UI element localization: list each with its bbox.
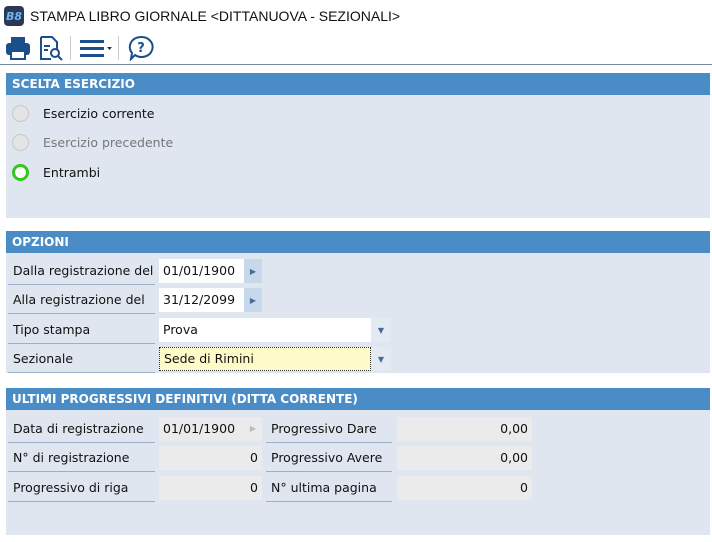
radio-label: Esercizio corrente [43,106,155,121]
sezionale-select[interactable]: Sede di Rimini [159,347,371,371]
data-registrazione-field: 01/01/1900 ▶ [159,417,262,441]
progressivo-avere-label: Progressivo Avere [266,446,392,472]
dalla-label: Dalla registrazione del [8,259,155,285]
window-title: STAMPA LIBRO GIORNALE <DITTANUOVA - SEZI… [30,8,401,24]
progressivo-riga-label: Progressivo di riga [8,476,155,502]
toolbar: ? [0,32,712,65]
section-header: OPZIONI [6,231,710,253]
tipo-stampa-select[interactable]: Prova [159,318,371,342]
sezionale-label: Sezionale [8,347,155,373]
chevron-down-icon[interactable]: ▼ [371,318,391,342]
radio-label: Entrambi [43,165,101,180]
section-header: ULTIMI PROGRESSIVI DEFINITIVI (DITTA COR… [6,388,710,410]
section-header: SCELTA ESERCIZIO [6,73,710,95]
radio-circle [12,134,29,151]
progressivo-avere-field: 0,00 [397,446,532,470]
print-preview-icon[interactable] [36,34,66,62]
alla-date-input[interactable]: 31/12/2099 [159,288,244,312]
svg-text:?: ? [137,41,145,56]
arrow-icon: ▶ [249,424,256,433]
progressivo-dare-label: Progressivo Dare [266,417,392,443]
menu-icon[interactable] [78,34,114,62]
radio-esercizio-precedente: Esercizio precedente [12,134,173,151]
radio-circle[interactable] [12,164,29,181]
data-registrazione-value: 01/01/1900 [163,421,236,436]
chevron-down-icon[interactable]: ▼ [371,347,391,371]
title-bar: B8 STAMPA LIBRO GIORNALE <DITTANUOVA - S… [0,0,712,32]
radio-label: Esercizio precedente [43,135,174,150]
scelta-esercizio-panel: SCELTA ESERCIZIO Esercizio corrente Eser… [6,73,710,218]
opzioni-panel: OPZIONI Dalla registrazione del 01/01/19… [6,231,710,373]
radio-entrambi[interactable]: Entrambi [12,164,100,181]
alla-date-button[interactable]: ▶ [244,288,262,312]
help-icon[interactable]: ? [126,34,156,62]
progressivo-riga-field: 0 [159,476,262,500]
dalla-date-input[interactable]: 01/01/1900 [159,259,244,283]
dalla-date-button[interactable]: ▶ [244,259,262,283]
alla-label: Alla registrazione del [8,288,155,314]
ultima-pagina-field: 0 [397,476,532,500]
app-logo: B8 [4,6,24,26]
toolbar-separator [118,36,119,60]
printer-icon[interactable] [3,34,33,62]
data-registrazione-label: Data di registrazione [8,417,155,443]
radio-esercizio-corrente[interactable]: Esercizio corrente [12,105,154,122]
radio-circle[interactable] [12,105,29,122]
toolbar-separator [70,36,71,60]
num-registrazione-label: N° di registrazione [8,446,155,472]
ultima-pagina-label: N° ultima pagina [266,476,392,502]
progressivo-dare-field: 0,00 [397,417,532,441]
num-registrazione-field: 0 [159,446,262,470]
progressivi-panel: ULTIMI PROGRESSIVI DEFINITIVI (DITTA COR… [6,388,710,535]
tipo-stampa-label: Tipo stampa [8,318,155,344]
